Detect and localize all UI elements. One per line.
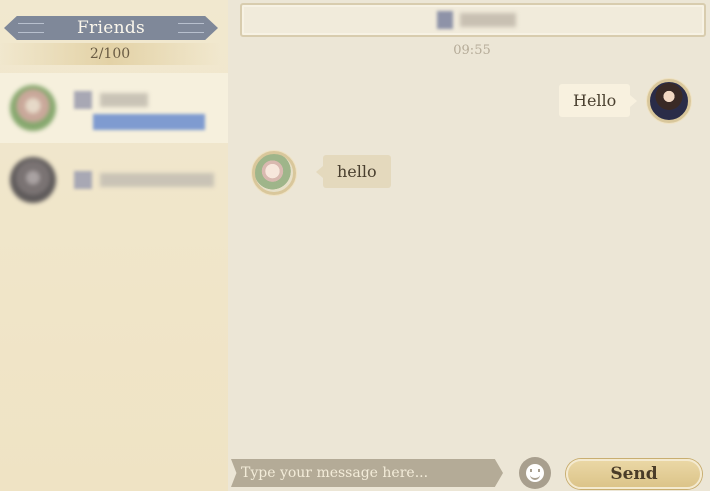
friend-name-redacted [100, 93, 148, 107]
friends-title: Friends [76, 18, 146, 38]
my-avatar[interactable] [647, 79, 691, 123]
message-timestamp: 09:55 [453, 43, 491, 58]
banner-ornament-right [178, 23, 204, 33]
friend-list-item[interactable] [0, 145, 228, 215]
banner-ornament-left [18, 23, 44, 33]
chat-partner-name-redacted [460, 13, 516, 27]
message-input[interactable] [231, 459, 503, 487]
chat-header [240, 3, 706, 37]
friend-count: 2/100 [0, 43, 220, 65]
friends-title-banner: Friends [4, 16, 218, 40]
my-message-bubble: Hello [559, 84, 638, 117]
friend-status-redacted [93, 114, 205, 130]
smiley-face-icon [526, 464, 544, 482]
friend-avatar [10, 157, 56, 203]
flag-icon [74, 171, 92, 189]
flag-icon [74, 91, 92, 109]
friend-message-bubble: hello [316, 155, 391, 188]
friend-list-item[interactable] [0, 73, 228, 143]
friends-sidebar: Friends 2/100 [0, 0, 228, 491]
flag-icon [437, 11, 453, 29]
friend-name-redacted [100, 173, 214, 187]
emoji-button[interactable] [519, 457, 551, 489]
friend-avatar [10, 85, 56, 131]
send-button[interactable]: Send [566, 459, 702, 489]
friend-message-avatar[interactable] [252, 151, 296, 195]
